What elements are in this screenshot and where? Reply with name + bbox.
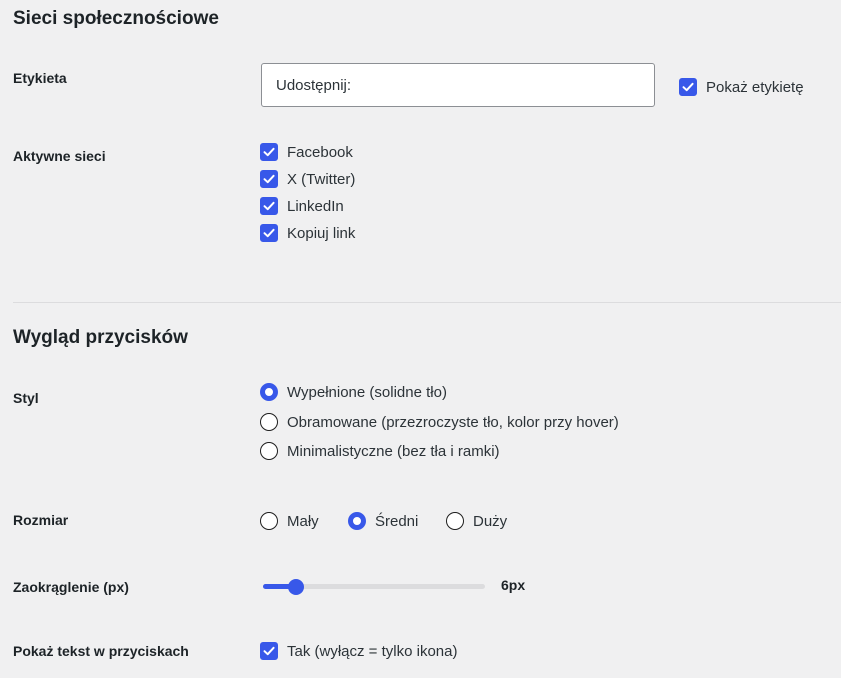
style-radio-filled[interactable]: Wypełnione (solidne tło) bbox=[260, 383, 447, 401]
radio-unselected-icon bbox=[260, 413, 278, 431]
radio-unselected-icon bbox=[260, 442, 278, 460]
network-label: X (Twitter) bbox=[287, 170, 356, 188]
show-text-row-label: Pokaż tekst w przyciskach bbox=[13, 643, 189, 659]
checkbox-checked-icon bbox=[260, 642, 278, 660]
show-text-checkbox[interactable]: Tak (wyłącz = tylko ikona) bbox=[260, 642, 457, 660]
radio-unselected-icon bbox=[446, 512, 464, 530]
share-label-input[interactable] bbox=[261, 63, 655, 107]
network-checkbox-linkedin[interactable]: LinkedIn bbox=[260, 197, 344, 215]
section-title-social: Sieci społecznościowe bbox=[13, 8, 219, 29]
network-label: Facebook bbox=[287, 143, 353, 161]
style-radio-outlined[interactable]: Obramowane (przezroczyste tło, kolor prz… bbox=[260, 413, 619, 431]
checkbox-checked-icon bbox=[260, 197, 278, 215]
size-option-label: Średni bbox=[375, 512, 419, 530]
radio-unselected-icon bbox=[260, 512, 278, 530]
size-radio-small[interactable]: Mały bbox=[260, 512, 319, 530]
style-option-label: Obramowane (przezroczyste tło, kolor prz… bbox=[287, 413, 619, 431]
style-radio-minimal[interactable]: Minimalistyczne (bez tła i ramki) bbox=[260, 442, 500, 460]
size-radio-medium[interactable]: Średni bbox=[348, 512, 418, 530]
show-label-checkbox[interactable]: Pokaż etykietę bbox=[679, 78, 804, 96]
network-checkbox-copy-link[interactable]: Kopiuj link bbox=[260, 224, 355, 242]
label-row-label: Etykieta bbox=[13, 70, 67, 86]
radius-row-label: Zaokrąglenie (px) bbox=[13, 579, 129, 595]
checkbox-checked-icon bbox=[260, 170, 278, 188]
style-option-label: Wypełnione (solidne tło) bbox=[287, 383, 447, 401]
radio-selected-icon bbox=[260, 383, 278, 401]
section-title-appearance: Wygląd przycisków bbox=[13, 327, 188, 348]
radio-selected-icon bbox=[348, 512, 366, 530]
checkbox-checked-icon bbox=[679, 78, 697, 96]
style-row-label: Styl bbox=[13, 390, 39, 406]
radius-slider-thumb[interactable] bbox=[288, 579, 305, 595]
size-radio-large[interactable]: Duży bbox=[446, 512, 507, 530]
size-option-label: Mały bbox=[287, 512, 319, 530]
size-row-label: Rozmiar bbox=[13, 512, 69, 528]
checkbox-checked-icon bbox=[260, 224, 278, 242]
style-option-label: Minimalistyczne (bez tła i ramki) bbox=[287, 442, 500, 460]
network-label: Kopiuj link bbox=[287, 224, 356, 242]
show-label-checkbox-label: Pokaż etykietę bbox=[706, 78, 804, 96]
networks-row-label: Aktywne sieci bbox=[13, 148, 106, 164]
network-label: LinkedIn bbox=[287, 197, 344, 215]
radius-value: 6px bbox=[501, 577, 526, 593]
show-text-checkbox-label: Tak (wyłącz = tylko ikona) bbox=[287, 642, 458, 660]
section-divider bbox=[13, 302, 841, 303]
network-checkbox-facebook[interactable]: Facebook bbox=[260, 143, 353, 161]
checkbox-checked-icon bbox=[260, 143, 278, 161]
size-option-label: Duży bbox=[473, 512, 508, 530]
network-checkbox-twitter[interactable]: X (Twitter) bbox=[260, 170, 355, 188]
